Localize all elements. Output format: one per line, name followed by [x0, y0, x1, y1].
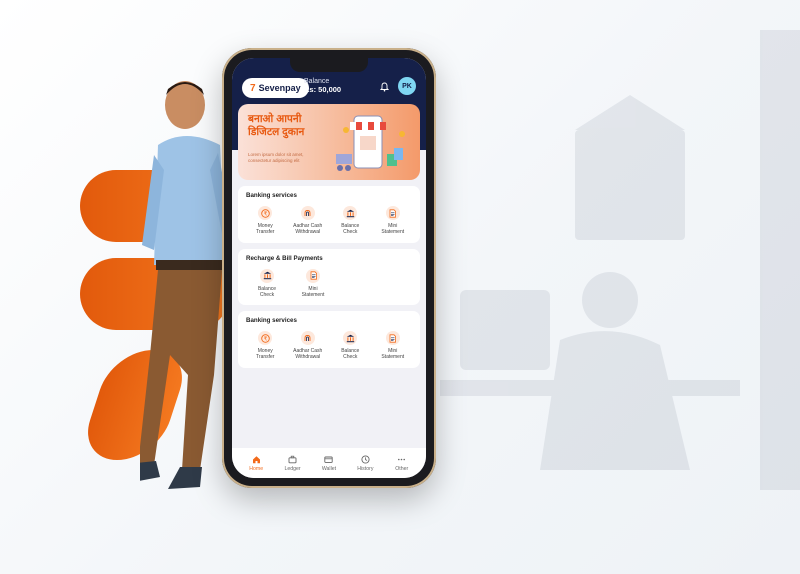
bottom-tab-bar: Home Ledger Wallet History Other: [232, 448, 426, 478]
seven-logo-icon: 7: [250, 82, 256, 94]
service-mini-statement[interactable]: Mini Statement: [290, 268, 336, 299]
service-balance-check[interactable]: Balance Check: [244, 268, 290, 299]
service-mini-statement[interactable]: Mini Statement: [372, 331, 415, 361]
service-label: Balance Check: [341, 348, 360, 361]
service-label: Aadhar Cash Withdrawal: [293, 348, 323, 361]
recharge-bill-payments-card: Recharge & Bill Payments Balance Check Mi…: [238, 248, 420, 305]
promo-banner[interactable]: बनाओ आपनी डिजिटल दुकान Lorem ipsum dolor…: [238, 104, 420, 180]
document-icon: [385, 206, 400, 220]
banner-title-line2: डिजिटल दुकान: [248, 126, 305, 139]
service-label: Balance Check: [341, 223, 360, 236]
more-icon: [397, 454, 406, 464]
banner-title: बनाओ आपनी डिजिटल दुकान: [248, 113, 304, 139]
tab-ledger[interactable]: Ledger: [277, 454, 309, 472]
fingerprint-icon: [300, 206, 315, 220]
service-aadhar-cash-withdrawal[interactable]: Aadhar Cash Withdrawal: [287, 206, 330, 236]
bank-icon: [260, 268, 274, 283]
service-aadhar-cash-withdrawal[interactable]: Aadhar Cash Withdrawal: [287, 331, 330, 361]
fingerprint-icon: [300, 331, 315, 345]
service-label: Balance Check: [257, 285, 277, 298]
tab-history[interactable]: History: [349, 454, 381, 472]
svg-text:₹: ₹: [264, 335, 268, 342]
shop-illustration-icon: [336, 115, 405, 171]
rupee-icon: ₹: [258, 206, 273, 220]
service-label: Money Transfer: [256, 348, 275, 361]
tab-label: Other: [395, 466, 409, 472]
bank-icon: [343, 206, 358, 220]
banking-services-card: Banking services ₹ Money Transfer Aadhar …: [238, 186, 420, 243]
banner-subtitle: Lorem ipsum dolor sit amet, consectetur …: [248, 152, 304, 164]
phone-mockup: 7 Sevenpay Balance Rs: 50,000 PK बनाओ आप…: [222, 48, 436, 488]
sevenpay-logo[interactable]: 7 Sevenpay: [242, 78, 309, 98]
wallet-icon: [324, 454, 334, 464]
app-screen: 7 Sevenpay Balance Rs: 50,000 PK बनाओ आप…: [232, 58, 426, 478]
service-label: Mini Statement: [381, 348, 405, 361]
banner-title-line1: बनाओ आपनी: [248, 113, 302, 125]
section-title: Banking services: [246, 192, 297, 199]
balance-value: Rs: 50,000: [304, 85, 342, 95]
bank-icon: [343, 331, 358, 345]
service-label: Aadhar Cash Withdrawal: [293, 223, 323, 236]
bell-icon[interactable]: [379, 82, 390, 95]
rupee-icon: ₹: [258, 331, 273, 345]
banking-services-card-2: Banking services ₹ Money Transfer Aadhar …: [238, 311, 420, 368]
tab-wallet[interactable]: Wallet: [313, 454, 345, 472]
service-balance-check[interactable]: Balance Check: [329, 331, 372, 361]
service-label: Mini Statement: [301, 285, 325, 298]
service-balance-check[interactable]: Balance Check: [329, 206, 372, 236]
tab-label: Home: [249, 466, 264, 472]
service-money-transfer[interactable]: ₹ Money Transfer: [244, 331, 287, 361]
tab-label: Ledger: [284, 466, 301, 472]
tab-other[interactable]: Other: [386, 454, 418, 472]
document-icon: [385, 331, 400, 345]
tab-label: Wallet: [321, 466, 337, 472]
section-title: Recharge & Bill Payments: [246, 254, 323, 262]
avatar[interactable]: PK: [398, 77, 416, 95]
service-money-transfer[interactable]: ₹ Money Transfer: [244, 206, 287, 236]
balance-display: Balance Rs: 50,000: [304, 78, 341, 95]
service-label: Mini Statement: [381, 223, 405, 236]
section-title: Banking services: [246, 317, 297, 324]
document-icon: [306, 268, 320, 283]
svg-text:₹: ₹: [264, 210, 268, 217]
tab-home[interactable]: Home: [240, 454, 272, 472]
clock-icon: [361, 454, 370, 464]
service-label: Money Transfer: [256, 223, 275, 236]
home-icon: [252, 454, 261, 464]
phone-notch: [290, 58, 368, 72]
logo-text: Sevenpay: [258, 83, 301, 93]
briefcase-icon: [288, 454, 297, 464]
services-content: Banking services ₹ Money Transfer Aadhar …: [232, 186, 426, 374]
service-mini-statement[interactable]: Mini Statement: [372, 206, 415, 236]
tab-label: History: [357, 466, 374, 472]
